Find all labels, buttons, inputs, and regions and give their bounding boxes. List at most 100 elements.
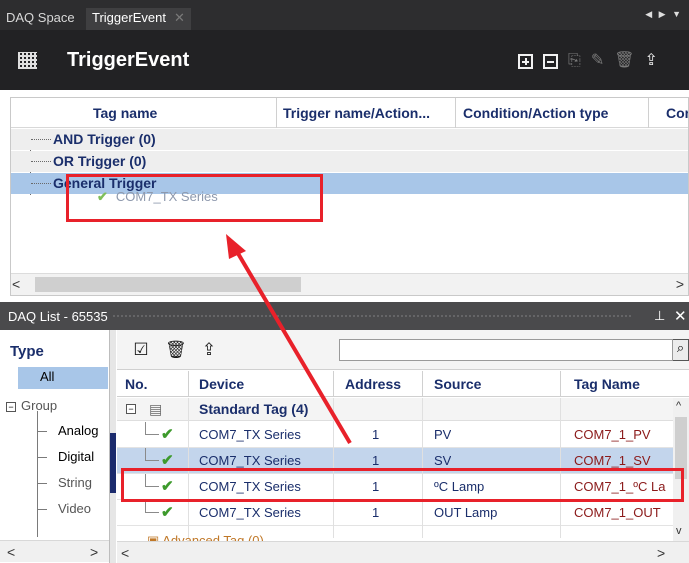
splitter-grip[interactable] [110,433,116,493]
type-item-group[interactable]: Group [21,398,57,413]
tree-connector [37,457,47,458]
column-condition-type[interactable]: Condition/Action type [463,105,608,121]
type-item-all[interactable]: All [18,367,108,389]
scrollbar-thumb[interactable] [35,277,301,292]
collapse-icon[interactable]: − [126,404,136,414]
column-gridline [333,398,334,538]
scroll-down-icon[interactable]: v [676,525,682,537]
column-gridline [188,398,189,538]
delete-icon[interactable]: 🗑 [165,340,187,360]
group-row-standard-tag[interactable]: − ▤ Standard Tag (4) [117,398,673,421]
column-divider[interactable] [188,371,189,397]
table-row[interactable]: ✔ COM7_TX Series 1 ºC Lamp COM7_1_ºC La [117,474,673,500]
tree-row-and-trigger[interactable]: AND Trigger (0) [11,129,688,150]
column-device[interactable]: Device [199,376,244,392]
column-trigger-name[interactable]: Trigger name/Action... [283,105,430,121]
check-icon: ✔ [161,504,174,521]
horizontal-scrollbar[interactable]: < > [11,273,688,295]
tree-connector [31,183,51,184]
tag-name-cell: COM7_1_OUT [574,505,661,520]
address-cell: 1 [372,505,380,520]
tab-trigger-event[interactable]: TriggerEvent ✕ [86,8,191,30]
address-cell: 1 [372,479,380,494]
source-cell: ºC Lamp [434,479,485,494]
column-cor[interactable]: Cor [666,105,688,121]
type-item-analog[interactable]: Analog [58,423,98,438]
drag-preview-label: COM7_TX Series [115,189,218,204]
edit-icon[interactable]: ✎ [591,53,604,74]
list-toolbar: ☑ 🗑 ⇪ ⌕ [117,330,689,370]
header-toolbar: ⎘ ✎ 🗑 ⇪ [518,53,658,74]
daq-list-grid: ☑ 🗑 ⇪ ⌕ No. Device Address Source Tag Na… [117,330,689,563]
daq-list-title: DAQ List - 65535 [8,309,108,324]
column-no[interactable]: No. [125,376,148,392]
search-icon[interactable]: ⌕ [673,339,689,361]
type-item-digital[interactable]: Digital [58,449,94,464]
tree-connector [145,474,159,487]
scrollbar-thumb[interactable] [675,417,687,479]
close-icon[interactable]: ✕ [174,10,185,25]
tab-daq-space[interactable]: DAQ Space [0,8,81,30]
column-divider[interactable] [455,98,456,128]
trigger-tree-panel: Tag name Trigger name/Action... Conditio… [10,97,689,296]
table-row[interactable]: ✔ COM7_TX Series 1 SV COM7_1_SV [117,448,673,474]
tree-connector [145,448,159,461]
column-divider[interactable] [333,371,334,397]
group-label: Standard Tag (4) [199,401,309,417]
column-address[interactable]: Address [345,376,401,392]
scroll-right-icon[interactable]: > [90,544,98,560]
table-row[interactable]: ✔ COM7_TX Series 1 PV COM7_1_PV [117,422,673,448]
pin-icon[interactable]: ⊥ [654,308,665,324]
column-tag-name[interactable]: Tag Name [574,376,640,392]
tab-daq-space-label: DAQ Space [6,10,75,25]
delete-icon[interactable]: 🗑 [614,53,634,74]
collapse-icon[interactable]: − [6,402,16,412]
type-item-video[interactable]: Video [58,501,91,516]
scroll-left-icon[interactable]: < [12,276,20,292]
panel-splitter[interactable] [110,330,116,563]
export-icon[interactable]: ⇪ [199,340,219,360]
tree-line [37,411,38,537]
type-header: Type [10,343,44,360]
select-all-icon[interactable]: ☑ [131,340,151,360]
type-filter-panel: Type All − Group Analog Digital String V… [0,330,110,563]
column-tag-name[interactable]: Tag name [93,105,157,121]
tree-connector [31,161,51,162]
device-cell: COM7_TX Series [199,479,301,494]
horizontal-scrollbar[interactable]: < > [117,541,689,563]
tab-trigger-event-label: TriggerEvent [92,10,166,25]
close-icon[interactable]: ✕ [674,307,687,325]
tab-scroll-arrows-icon[interactable]: ◀ ▶ ▼ [645,9,683,20]
grid-icon [18,52,37,69]
tree-row-or-trigger[interactable]: OR Trigger (0) [11,151,688,172]
horizontal-scrollbar[interactable]: < > [0,540,109,562]
address-cell: 1 [372,453,380,468]
tree-connector [37,483,47,484]
column-divider[interactable] [422,371,423,397]
scroll-right-icon[interactable]: > [676,276,684,292]
scroll-left-icon[interactable]: < [121,545,129,561]
remove-icon[interactable] [543,54,558,69]
scroll-left-icon[interactable]: < [7,544,15,560]
column-divider[interactable] [560,371,561,397]
copy-icon[interactable]: ⎘ [568,53,581,74]
vertical-scrollbar[interactable]: ^ v [673,398,689,541]
device-cell: COM7_TX Series [199,453,301,468]
tree-connector [37,431,47,432]
column-divider[interactable] [648,98,649,128]
trigger-event-header: TriggerEvent ⎘ ✎ 🗑 ⇪ [0,30,689,90]
scroll-up-icon[interactable]: ^ [676,400,681,412]
tag-group-icon: ▤ [149,401,163,417]
drag-preview-item: ✔ COM7_TX Series [97,189,218,205]
column-source[interactable]: Source [434,376,481,392]
tag-name-cell: COM7_1_ºC La [574,479,666,494]
add-icon[interactable] [518,54,533,69]
column-divider[interactable] [276,98,277,128]
title-bar-grip[interactable] [112,314,632,319]
type-item-string[interactable]: String [58,475,92,490]
scroll-right-icon[interactable]: > [657,545,665,561]
export-icon[interactable]: ⇪ [645,53,658,74]
table-row[interactable]: ✔ COM7_TX Series 1 OUT Lamp COM7_1_OUT [117,500,673,526]
document-tab-bar: DAQ Space TriggerEvent ✕ ◀ ▶ ▼ [0,0,689,30]
search-input[interactable] [339,339,673,361]
